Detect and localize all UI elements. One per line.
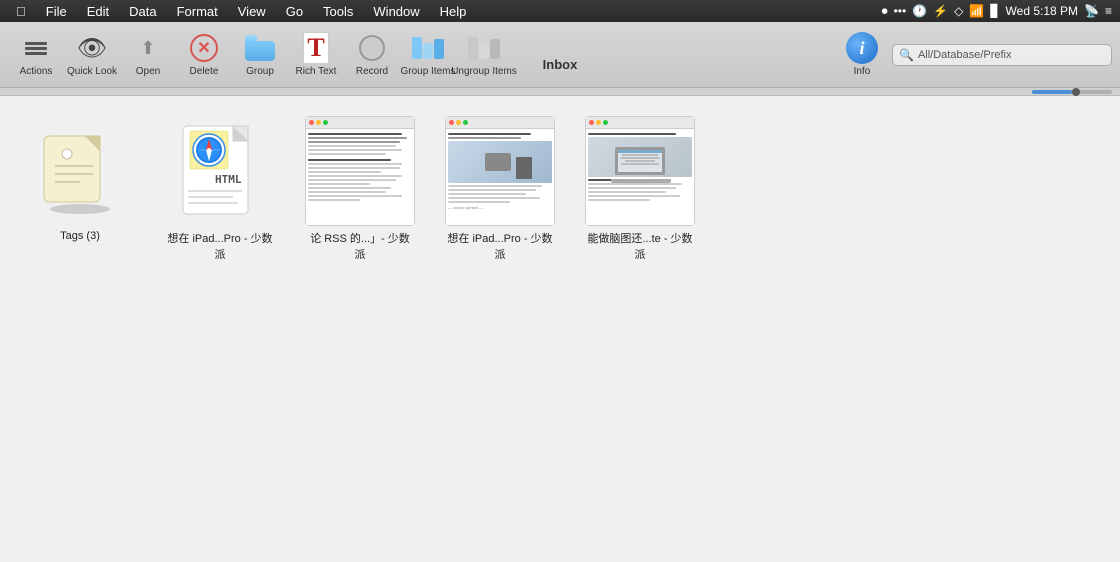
menubar-wifi-icon: 📡: [1084, 4, 1099, 18]
menubar-view[interactable]: View: [230, 0, 274, 22]
menubar-battery-icon: ▊: [990, 4, 999, 18]
info-button[interactable]: i Info: [840, 32, 884, 77]
webpage-body: — cursor symbol —: [446, 129, 554, 225]
item-label: 想在 iPad...Pro - 少数派: [445, 230, 555, 262]
search-input-text: All/Database/Prefix: [918, 49, 1105, 61]
quicklook-icon: 👁: [76, 32, 108, 64]
svg-text:HTML: HTML: [215, 173, 242, 186]
menubar-go[interactable]: Go: [278, 0, 311, 22]
menubar-window[interactable]: Window: [365, 0, 427, 22]
delete-label: Delete: [190, 66, 219, 77]
menubar-datetime: Wed 5:18 PM: [1006, 4, 1078, 18]
info-label: Info: [854, 66, 871, 77]
groupitems-icon: [412, 32, 444, 64]
quicklook-label: Quick Look: [67, 66, 117, 77]
delete-icon: ✕: [188, 32, 220, 64]
webpage-header: [306, 117, 414, 129]
search-box[interactable]: 🔍 All/Database/Prefix: [892, 44, 1112, 66]
delete-button[interactable]: ✕ Delete: [176, 27, 232, 83]
ungroupitems-button[interactable]: Ungroup Items: [456, 27, 512, 83]
list-item[interactable]: Tags (3): [20, 116, 140, 262]
webpage-body: [306, 129, 414, 225]
menubar-data[interactable]: Data: [121, 0, 164, 22]
info-icon: i: [846, 32, 878, 64]
record-button[interactable]: Record: [344, 27, 400, 83]
item-label: 论 RSS 的...」- 少数派: [305, 230, 415, 262]
menubar-apple[interactable]: : [8, 0, 34, 22]
toolbar-title: Inbox: [543, 57, 578, 72]
webpage-photo-thumbnail: — cursor symbol —: [445, 116, 555, 226]
html-file-icon: HTML: [178, 121, 263, 221]
richtext-button[interactable]: T Rich Text: [288, 27, 344, 83]
actions-icon: [20, 32, 52, 64]
open-button[interactable]: ⬆ Open: [120, 27, 176, 83]
quicklook-button[interactable]: 👁 Quick Look: [64, 27, 120, 83]
webpage-text-thumbnail: [305, 116, 415, 226]
menubar-format[interactable]: Format: [169, 0, 226, 22]
item-label: Tags (3): [60, 230, 100, 242]
webpage-header: [446, 117, 554, 129]
webpage-body: [586, 129, 694, 225]
richtext-label: Rich Text: [296, 66, 337, 77]
slider-fill: [1032, 90, 1072, 94]
menubar-help[interactable]: Help: [432, 0, 475, 22]
record-label: Record: [356, 66, 388, 77]
ungroupitems-icon: [468, 32, 500, 64]
group-icon: [244, 32, 276, 64]
ungroupitems-label: Ungroup Items: [451, 66, 517, 77]
record-status-icon: ⏺: [882, 4, 888, 19]
actions-button[interactable]: Actions: [8, 27, 64, 83]
list-item[interactable]: HTML 想在 iPad...Pro - 少数派: [160, 116, 280, 262]
groupitems-label: Group Items: [400, 66, 455, 77]
tag-icon: [35, 126, 125, 216]
slider-thumb: [1072, 88, 1080, 96]
group-label: Group: [246, 66, 274, 77]
list-item[interactable]: 论 RSS 的...」- 少数派: [300, 116, 420, 262]
slider-bar: [0, 88, 1120, 96]
toolbar: Inbox Actions 👁 Quick Look ⬆ Open ✕: [0, 22, 1120, 88]
menubar-signal-icon: 📶: [969, 4, 984, 18]
tags-thumbnail: [25, 116, 135, 226]
webpage-header: [586, 117, 694, 129]
html-thumbnail: HTML: [165, 116, 275, 226]
menubar-menu-icon: ≡: [1105, 4, 1112, 18]
content-area: Tags (3): [0, 96, 1120, 562]
record-icon: [356, 32, 388, 64]
item-label: 想在 iPad...Pro - 少数派: [165, 230, 275, 262]
list-item[interactable]: 能做脑图还...te - 少数派: [580, 116, 700, 262]
webpage-laptop-thumbnail: [585, 116, 695, 226]
open-label: Open: [136, 66, 160, 77]
item-label: 能做脑图还...te - 少数派: [585, 230, 695, 262]
search-icon: 🔍: [899, 48, 914, 62]
richtext-icon: T: [300, 32, 332, 64]
menubar:  File Edit Data Format View Go Tools Wi…: [0, 0, 1120, 22]
menubar-edit[interactable]: Edit: [79, 0, 117, 22]
menubar-right: ⏺ ••• 🕐 ⚡ ◇ 📶 ▊ Wed 5:18 PM 📡 ≡: [882, 4, 1112, 19]
menubar-lightning-icon: ⚡: [933, 4, 948, 18]
menubar-dots: •••: [894, 4, 907, 18]
menubar-file[interactable]: File: [38, 0, 75, 22]
groupitems-button[interactable]: Group Items: [400, 27, 456, 83]
toolbar-right: i Info 🔍 All/Database/Prefix: [840, 32, 1112, 77]
zoom-slider[interactable]: [1032, 90, 1112, 94]
list-item[interactable]: — cursor symbol — 想在 iPad...Pro - 少数派: [440, 116, 560, 262]
menubar-tools[interactable]: Tools: [315, 0, 361, 22]
open-icon: ⬆: [132, 32, 164, 64]
menubar-dropbox-icon: ◇: [954, 4, 963, 18]
menubar-clock-icon: 🕐: [912, 4, 927, 18]
actions-label: Actions: [20, 66, 53, 77]
group-button[interactable]: Group: [232, 27, 288, 83]
